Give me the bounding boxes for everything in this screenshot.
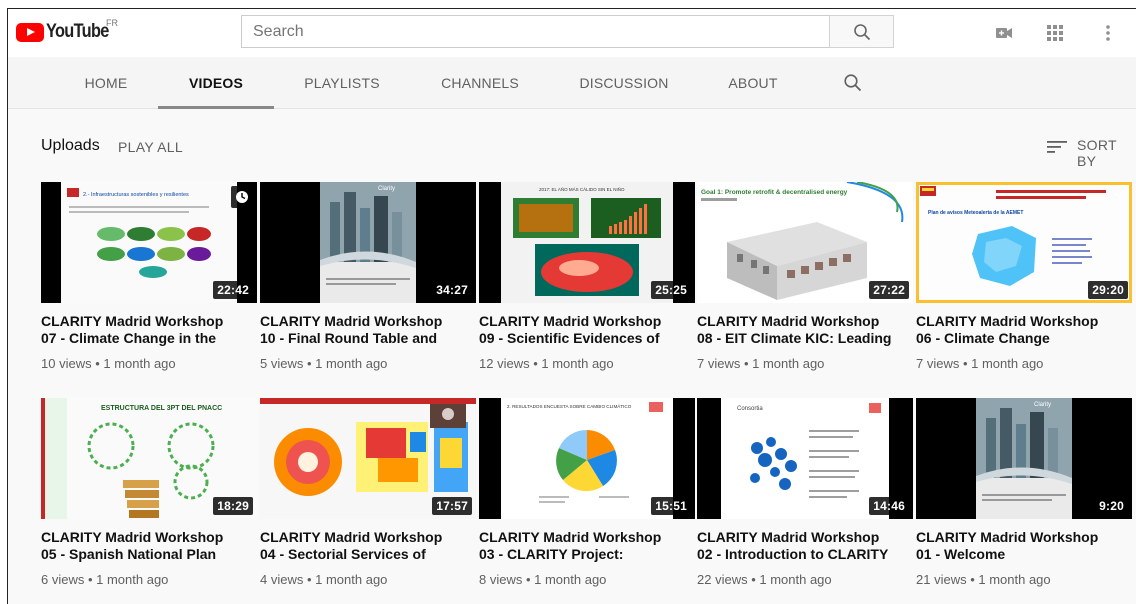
video-meta: 4 views • 1 month ago [260, 572, 388, 587]
video-age: 1 month ago [103, 356, 176, 371]
video-views: 4 views [260, 572, 304, 587]
thumb-slide-heading: 2017: EL AÑO MÁS CÁLIDO SIN EL NIÑO [539, 186, 625, 192]
video-views: 7 views [916, 356, 960, 371]
video-thumbnail[interactable]: Plan de avisos Meteoalerta de la AEMET 2… [916, 182, 1132, 303]
play-all-button[interactable]: PLAY ALL [118, 139, 183, 155]
masthead: YouTube FR [8, 9, 1136, 57]
video-views: 10 views [41, 356, 92, 371]
video-age: 1 month ago [541, 356, 614, 371]
video-duration: 22:42 [213, 281, 253, 299]
search-icon [853, 23, 870, 40]
video-age: 1 month ago [752, 356, 825, 371]
video-meta: 6 views • 1 month ago [41, 572, 169, 587]
tab-about[interactable]: ABOUT [720, 57, 786, 109]
video-duration: 9:20 [1095, 497, 1128, 515]
video-thumbnail[interactable]: 2. RESULTADOS ENCUESTA SOBRE CAMBIO CLIM… [479, 398, 695, 519]
video-meta: 7 views • 1 month ago [697, 356, 825, 371]
video-age: 1 month ago [759, 572, 832, 587]
tab-channels[interactable]: CHANNELS [436, 57, 524, 109]
video-thumbnail[interactable]: Goal 1: Promote retrofit & decentralised… [697, 182, 913, 303]
apps-grid-icon[interactable] [1045, 23, 1065, 43]
video-thumbnail[interactable]: Clarity 34:27 [260, 182, 476, 303]
video-age: 1 month ago [96, 572, 169, 587]
video-thumbnail[interactable]: 17:57 [260, 398, 476, 519]
video-thumbnail[interactable]: Clarity 9:20 [916, 398, 1132, 519]
video-meta: 5 views • 1 month ago [260, 356, 388, 371]
tab-playlists[interactable]: PLAYLISTS [298, 57, 386, 109]
thumb-slide-heading: 2.- Infraestructuras sostenibles y resil… [83, 192, 189, 198]
youtube-channel-page: YouTube FR Search HOME VIDEOS PLAYLISTS … [7, 8, 1136, 604]
thumb-slide-heading: Consortia [737, 406, 763, 412]
video-views: 6 views [41, 572, 85, 587]
channel-search-icon[interactable] [843, 73, 863, 93]
video-duration: 34:27 [432, 281, 472, 299]
video-title[interactable]: CLARITY Madrid Workshop 04 - Sectorial S… [260, 529, 476, 563]
video-views: 12 views [479, 356, 530, 371]
logo-text: YouTube [46, 21, 109, 42]
video-meta: 12 views • 1 month ago [479, 356, 614, 371]
video-age: 1 month ago [315, 356, 388, 371]
logo-country-code: FR [106, 18, 118, 28]
thumb-slide-heading: Goal 1: Promote retrofit & decentralised… [701, 189, 848, 196]
video-title[interactable]: CLARITY Madrid Workshop 01 - Welcome [916, 529, 1132, 563]
video-title[interactable]: CLARITY Madrid Workshop 06 - Climate Cha… [916, 313, 1132, 347]
video-meta: 21 views • 1 month ago [916, 572, 1051, 587]
video-age: 1 month ago [534, 572, 607, 587]
thumb-slide-heading: ESTRUCTURA DEL 3PT DEL PNACC [101, 405, 222, 412]
video-views: 7 views [697, 356, 741, 371]
thumb-slide-heading: Plan de avisos Meteoalerta de la AEMET [928, 210, 1023, 216]
video-duration: 25:25 [651, 281, 691, 299]
search-button[interactable] [829, 15, 894, 48]
video-duration: 17:57 [432, 497, 472, 515]
video-meta: 8 views • 1 month ago [479, 572, 607, 587]
uploads-title: Uploads [41, 137, 100, 154]
tab-home[interactable]: HOME [78, 57, 134, 109]
video-age: 1 month ago [971, 356, 1044, 371]
video-meta: 22 views • 1 month ago [697, 572, 832, 587]
more-vertical-icon[interactable] [1098, 23, 1118, 43]
clock-icon [236, 191, 248, 203]
video-duration: 27:22 [869, 281, 909, 299]
video-thumbnail[interactable]: ESTRUCTURA DEL 3PT DEL PNACC 18:29 [41, 398, 257, 519]
video-camera-icon[interactable] [994, 23, 1014, 43]
video-title[interactable]: CLARITY Madrid Workshop 09 - Scientific … [479, 313, 695, 347]
uploads-header: Uploads PLAY ALL SORT BY [8, 137, 1136, 169]
video-title[interactable]: CLARITY Madrid Workshop 07 - Climate Cha… [41, 313, 257, 347]
video-thumbnail[interactable]: 2.- Infraestructuras sostenibles y resil… [41, 182, 257, 303]
video-views: 21 views [916, 572, 967, 587]
tab-discussion[interactable]: DISCUSSION [574, 57, 674, 109]
tab-videos[interactable]: VIDEOS [158, 57, 274, 109]
search-box [241, 15, 829, 48]
video-meta: 10 views • 1 month ago [41, 356, 176, 371]
thumb-slide-heading: 2. RESULTADOS ENCUESTA SOBRE CAMBIO CLIM… [507, 403, 632, 409]
search-input[interactable] [253, 22, 829, 41]
sort-by-button[interactable]: SORT BY [1077, 137, 1136, 169]
video-thumbnail[interactable]: Consortia 14:46 [697, 398, 913, 519]
video-title[interactable]: CLARITY Madrid Workshop 08 - EIT Climate… [697, 313, 913, 347]
video-title[interactable]: CLARITY Madrid Workshop 05 - Spanish Nat… [41, 529, 257, 563]
watch-later-button[interactable] [231, 186, 253, 208]
video-meta: 7 views • 1 month ago [916, 356, 1044, 371]
video-title[interactable]: CLARITY Madrid Workshop 03 - CLARITY Pro… [479, 529, 695, 563]
video-duration: 14:46 [869, 497, 909, 515]
video-views: 22 views [697, 572, 748, 587]
youtube-logo[interactable]: YouTube FR [16, 18, 119, 43]
video-title[interactable]: CLARITY Madrid Workshop 10 - Final Round… [260, 313, 476, 347]
video-duration: 29:20 [1088, 281, 1128, 299]
channel-tabs: HOME VIDEOS PLAYLISTS CHANNELS DISCUSSIO… [8, 57, 1136, 109]
video-thumbnail[interactable]: 2017: EL AÑO MÁS CÁLIDO SIN EL NIÑO 25:2… [479, 182, 695, 303]
thumb-slide-heading: Clarity [1034, 402, 1051, 408]
video-duration: 15:51 [651, 497, 691, 515]
video-title[interactable]: CLARITY Madrid Workshop 02 - Introductio… [697, 529, 913, 563]
youtube-play-icon [16, 22, 44, 42]
video-views: 5 views [260, 356, 304, 371]
sort-icon[interactable] [1046, 139, 1068, 155]
video-age: 1 month ago [978, 572, 1051, 587]
thumb-slide-heading: Clarity [378, 186, 395, 192]
video-duration: 18:29 [213, 497, 253, 515]
video-age: 1 month ago [315, 572, 388, 587]
video-views: 8 views [479, 572, 523, 587]
